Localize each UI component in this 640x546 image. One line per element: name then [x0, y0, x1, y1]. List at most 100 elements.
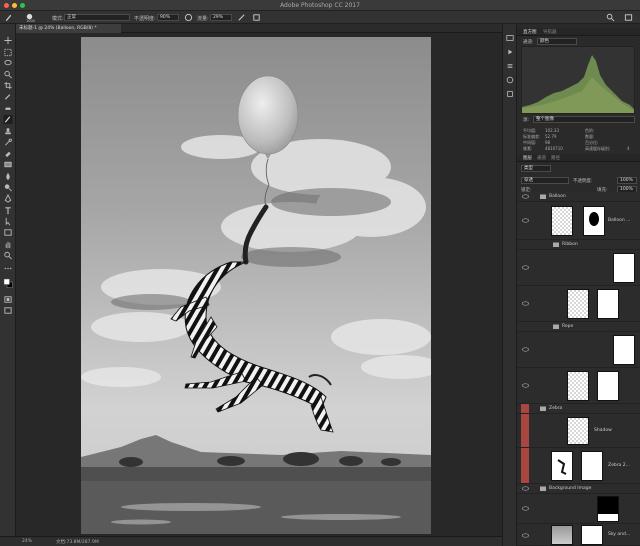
adjustments-panel-icon[interactable] [506, 62, 514, 70]
zoom-level[interactable]: 24% [22, 539, 32, 544]
history-brush-tool-icon[interactable] [3, 138, 13, 147]
eye-icon[interactable] [522, 218, 529, 223]
eye-icon[interactable] [522, 265, 529, 270]
tab-channels[interactable]: 通道 [537, 155, 546, 161]
layer-opacity-field[interactable]: 100% [617, 177, 637, 184]
eye-icon[interactable] [522, 533, 529, 538]
marquee-tool-icon[interactable] [3, 48, 13, 57]
eye-icon[interactable] [522, 301, 529, 306]
layer-group-ribbon[interactable]: Ribbon [517, 240, 640, 250]
actions-panel-icon[interactable] [506, 48, 514, 56]
move-tool-icon[interactable] [3, 36, 13, 45]
layer-shadow[interactable]: Shadow [517, 414, 640, 448]
workspace-icon[interactable] [624, 13, 633, 22]
layer-name: Shadow [594, 428, 612, 433]
layer-mask-thumbnail [581, 451, 603, 481]
layer-group-background[interactable]: Background Image [517, 484, 640, 494]
document-size[interactable]: 文档:73.8M/287.9M [56, 539, 99, 545]
gradient-tool-icon[interactable] [3, 160, 13, 169]
stat-label: 高速缓存级别: [585, 146, 611, 151]
eye-icon[interactable] [522, 486, 529, 491]
eye-icon[interactable] [522, 383, 529, 388]
brush-tool-icon-active[interactable] [3, 115, 13, 124]
flow-field[interactable]: 29% [210, 14, 232, 21]
stat-label: 中间值: [523, 140, 537, 145]
airbrush-icon[interactable] [237, 13, 246, 22]
clone-stamp-tool-icon[interactable] [3, 127, 13, 136]
pen-tool-icon[interactable] [3, 194, 13, 203]
options-bar: 1000 模式: 正常 不透明度: 90% 流量: 29% [0, 11, 640, 24]
zoom-tool-icon[interactable] [3, 251, 13, 260]
pressure-size-icon[interactable] [252, 13, 261, 22]
layer-thumbnail [567, 371, 589, 401]
layer-rope-adjustment[interactable] [517, 332, 640, 368]
layer-group-rope[interactable]: Rope [517, 322, 640, 332]
more-tools-icon[interactable] [3, 264, 13, 273]
status-bar: 24% 文档:73.8M/287.9M [0, 536, 502, 546]
layer-name: Balloon [549, 194, 566, 199]
stat-value: 4810710 [545, 146, 563, 151]
opacity-field[interactable]: 90% [157, 14, 179, 21]
brush-size-value: 1000 [26, 19, 35, 23]
layer-group-balloon[interactable]: Balloon [517, 192, 640, 202]
screen-mode-icon[interactable] [3, 306, 13, 315]
dodge-tool-icon[interactable] [3, 183, 13, 192]
layer-sky[interactable]: Sky and... [517, 524, 640, 546]
eye-icon[interactable] [522, 347, 529, 352]
source-select[interactable]: 整个图像 [533, 116, 635, 123]
brush-tool-icon[interactable] [4, 13, 13, 22]
blur-tool-icon[interactable] [3, 172, 13, 181]
history-panel-icon[interactable] [506, 34, 514, 42]
layer-filter-select[interactable]: 类型 [521, 165, 551, 172]
hand-tool-icon[interactable] [3, 240, 13, 249]
tab-layers[interactable]: 图层 [523, 155, 532, 161]
layer-zebra[interactable]: Zebra 2... [517, 448, 640, 484]
tab-navigator[interactable]: 导航器 [543, 29, 557, 35]
layers-list: Balloon Balloon ... Ribbon Rope Zebra Sh… [517, 192, 640, 546]
histogram-chart [521, 46, 635, 114]
eye-icon[interactable] [522, 194, 529, 199]
channel-label: 通道: [523, 40, 534, 45]
panel-dock [502, 24, 516, 546]
pressure-opacity-icon[interactable] [184, 13, 193, 22]
rectangle-tool-icon[interactable] [3, 228, 13, 237]
layer-ribbon-art[interactable] [517, 286, 640, 322]
layer-balloon[interactable]: Balloon ... [517, 202, 640, 240]
healing-brush-tool-icon[interactable] [3, 104, 13, 113]
eraser-tool-icon[interactable] [3, 149, 13, 158]
layer-ribbon-adjustment[interactable] [517, 250, 640, 286]
tab-paths[interactable]: 路径 [551, 155, 560, 161]
layer-group-zebra[interactable]: Zebra [517, 404, 640, 414]
quick-selection-tool-icon[interactable] [3, 70, 13, 79]
path-selection-tool-icon[interactable] [3, 217, 13, 226]
quick-mask-icon[interactable] [3, 295, 13, 304]
histogram-graph [522, 55, 634, 113]
eye-icon[interactable] [522, 506, 529, 511]
color-swatches-icon[interactable] [3, 276, 13, 290]
crop-tool-icon[interactable] [3, 81, 13, 90]
info-panel-icon[interactable] [506, 76, 514, 84]
stat-label: 平均值: [523, 128, 537, 133]
type-tool-icon[interactable] [3, 206, 13, 215]
zebra-thumb-shape [557, 459, 567, 475]
eyedropper-tool-icon[interactable] [3, 92, 13, 101]
layer-rope-art[interactable] [517, 368, 640, 404]
search-icon[interactable] [606, 13, 615, 22]
layer-thumbnail [551, 451, 573, 481]
canvas-area[interactable] [16, 33, 502, 536]
mode-select[interactable]: 正常 [64, 14, 130, 21]
layer-opacity-label: 不透明度: [573, 179, 593, 184]
document-tab[interactable]: 未标题-1 @ 24% (Balloon, RGB/8) * [16, 24, 121, 33]
lasso-tool-icon[interactable] [3, 59, 13, 68]
layer-mask-thumbnail [597, 371, 619, 401]
stat-label: 标准偏差: [523, 134, 541, 139]
layer-mask-thumbnail [597, 289, 619, 319]
folder-icon [553, 324, 559, 329]
layer-background-adjustment[interactable] [517, 494, 640, 524]
document-canvas[interactable] [81, 37, 431, 534]
title-bar: Adobe Photoshop CC 2017 [0, 0, 640, 11]
channel-select[interactable]: 颜色 [537, 38, 577, 45]
blend-mode-select[interactable]: 穿透 [521, 177, 569, 184]
properties-panel-icon[interactable] [506, 90, 514, 98]
tab-histogram[interactable]: 直方图 [523, 29, 537, 35]
